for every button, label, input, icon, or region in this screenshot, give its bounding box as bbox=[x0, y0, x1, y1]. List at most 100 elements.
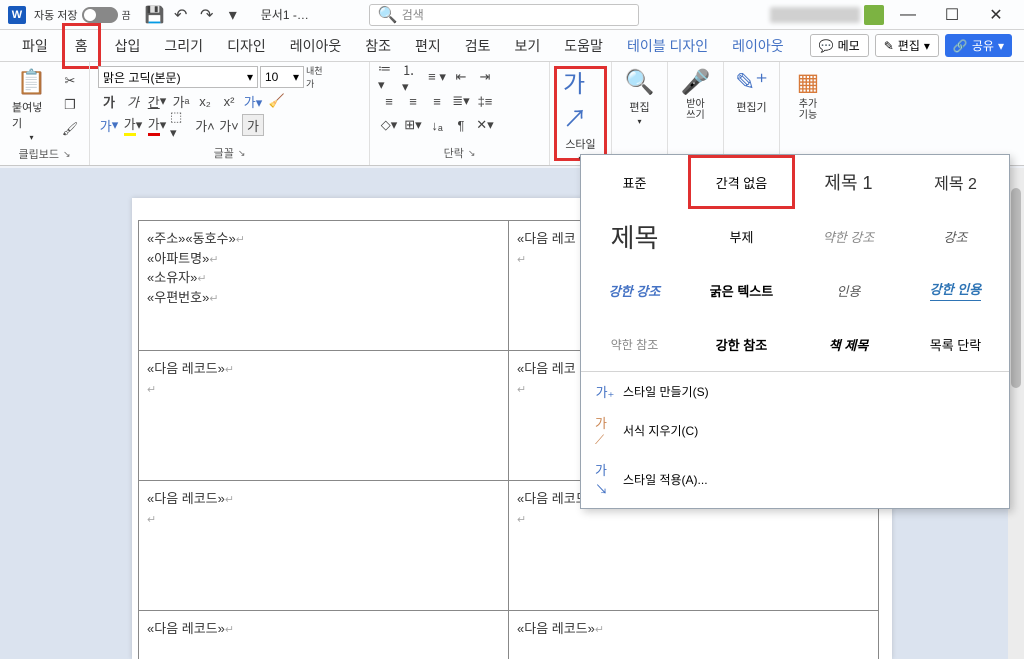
table-cell[interactable]: «다음 레코드»↵ ↵ bbox=[139, 351, 509, 481]
close-button[interactable]: ✕ bbox=[976, 1, 1016, 29]
tab-view[interactable]: 보기 bbox=[505, 32, 551, 60]
numbering-button[interactable]: ⒈ ▾ bbox=[402, 66, 424, 88]
style-subtle-emphasis[interactable]: 약한 강조 bbox=[795, 209, 902, 263]
decrease-indent-button[interactable]: ⇤ bbox=[450, 66, 472, 88]
tab-table-design[interactable]: 테이블 디자인 bbox=[617, 32, 718, 60]
char-jamo-button[interactable]: ✕▾ bbox=[474, 114, 496, 136]
phonetic-guide-button[interactable]: 내천 가 bbox=[306, 66, 328, 88]
table-cell[interactable]: «다음 레코드»↵ bbox=[509, 611, 879, 659]
merge-field: «소유자»↵ bbox=[147, 268, 500, 288]
style-normal[interactable]: 표준 bbox=[581, 155, 688, 209]
style-strong-emphasis[interactable]: 강한 강조 bbox=[581, 263, 688, 317]
style-list-paragraph[interactable]: 목록 단락 bbox=[902, 317, 1009, 371]
autosave-toggle[interactable]: 자동 저장 끔 bbox=[34, 7, 131, 23]
style-title[interactable]: 제목 bbox=[581, 209, 688, 263]
table-cell[interactable]: «다음 레코드»↵ ↵ bbox=[139, 481, 509, 611]
align-right-button[interactable]: ≡ bbox=[426, 90, 448, 112]
undo-button[interactable]: ↶ bbox=[169, 3, 193, 27]
memo-button[interactable]: 💬 메모 bbox=[810, 34, 869, 57]
style-heading1[interactable]: 제목 1 bbox=[795, 155, 902, 209]
search-input[interactable]: 🔍 검색 bbox=[369, 4, 639, 26]
shading-button[interactable]: ◇▾ bbox=[378, 114, 400, 136]
char-border-button[interactable]: 가 bbox=[242, 114, 264, 136]
tab-review[interactable]: 검토 bbox=[455, 32, 501, 60]
addins-button[interactable]: ▦ 추가 기능 bbox=[788, 66, 828, 123]
bold-button[interactable]: 가 bbox=[98, 90, 120, 112]
italic-button[interactable]: 가 bbox=[122, 90, 144, 112]
bullets-button[interactable]: ≔ ▾ bbox=[378, 66, 400, 88]
font-color-button[interactable]: 가 ▾ bbox=[146, 114, 168, 136]
tab-references[interactable]: 참조 bbox=[355, 32, 401, 60]
editor-button[interactable]: ✎⁺ 편집기 bbox=[732, 66, 771, 117]
minimize-button[interactable]: — bbox=[888, 1, 928, 29]
styles-button[interactable]: 가↗ 스타일 ▾ bbox=[559, 71, 602, 156]
font-dialog-launcher[interactable]: ↘ bbox=[238, 148, 246, 159]
style-quote[interactable]: 인용 bbox=[795, 263, 902, 317]
merge-field: «다음 레코드»↵ bbox=[517, 619, 870, 639]
tab-file[interactable]: 파일 bbox=[12, 32, 58, 60]
dictate-button[interactable]: 🎤 받아 쓰기 bbox=[676, 66, 715, 123]
style-subtitle[interactable]: 부제 bbox=[688, 209, 795, 263]
tab-table-layout[interactable]: 레이아웃 bbox=[722, 32, 794, 60]
highlight-color-button[interactable]: 가 ▾ bbox=[98, 114, 120, 136]
borders-button[interactable]: ⊞▾ bbox=[402, 114, 424, 136]
text-highlight-button[interactable]: 가 ▾ bbox=[122, 114, 144, 136]
tab-help[interactable]: 도움말 bbox=[554, 32, 613, 60]
titlebar-right: — ☐ ✕ bbox=[770, 1, 1016, 29]
format-painter-button[interactable]: 🖌 bbox=[59, 118, 81, 140]
edit-mode-button[interactable]: ✎ 편집 ▾ bbox=[875, 34, 939, 57]
style-heading2[interactable]: 제목 2 bbox=[902, 155, 1009, 209]
copy-button[interactable]: ❐ bbox=[59, 94, 81, 116]
style-intense-quote[interactable]: 강한 인용 bbox=[902, 263, 1009, 317]
tab-mailings[interactable]: 편지 bbox=[405, 32, 451, 60]
tab-draw[interactable]: 그리기 bbox=[154, 32, 213, 60]
table-cell[interactable]: «주소»«동호수»↵ «아파트명»↵ «소유자»↵ «우편번호»↵ bbox=[139, 221, 509, 351]
menu-clear-formatting[interactable]: 가⟋ 서식 지우기(C) bbox=[581, 407, 1009, 454]
underline-button[interactable]: 간 ▾ bbox=[146, 90, 168, 112]
tab-design[interactable]: 디자인 bbox=[217, 32, 276, 60]
cut-button[interactable]: ✂ bbox=[59, 70, 81, 92]
text-effects-button[interactable]: 가▾ bbox=[242, 90, 264, 112]
grow-font-button[interactable]: 가˄ bbox=[194, 114, 216, 136]
subscript-button[interactable]: x₂ bbox=[194, 90, 216, 112]
line-spacing-button[interactable]: ‡≡ bbox=[474, 90, 496, 112]
align-left-button[interactable]: ≡ bbox=[378, 90, 400, 112]
increase-indent-button[interactable]: ⇥ bbox=[474, 66, 496, 88]
editing-button[interactable]: 🔍 편집 ▾ bbox=[620, 66, 659, 128]
paragraph-dialog-launcher[interactable]: ↘ bbox=[468, 148, 476, 159]
style-subtle-reference[interactable]: 약한 참조 bbox=[581, 317, 688, 371]
save-button[interactable]: 💾 bbox=[143, 3, 167, 27]
menu-apply-styles[interactable]: 가↘ 스타일 적용(A)... bbox=[581, 454, 1009, 504]
show-marks-button[interactable]: ¶ bbox=[450, 114, 472, 136]
font-name-combo[interactable]: 맑은 고딕(본문)▾ bbox=[98, 66, 258, 88]
style-no-spacing[interactable]: 간격 없음 bbox=[688, 155, 795, 209]
account-name[interactable] bbox=[770, 7, 860, 23]
paste-button[interactable]: 📋 붙여넣기 ▾ bbox=[8, 66, 55, 144]
qat-overflow[interactable]: ▾ bbox=[221, 3, 245, 27]
tab-insert[interactable]: 삽입 bbox=[105, 32, 151, 60]
clipboard-dialog-launcher[interactable]: ↘ bbox=[63, 149, 71, 160]
tab-layout[interactable]: 레이아웃 bbox=[280, 32, 352, 60]
redo-button[interactable]: ↷ bbox=[195, 3, 219, 27]
style-emphasis[interactable]: 강조 bbox=[902, 209, 1009, 263]
style-bold-text[interactable]: 굵은 텍스트 bbox=[688, 263, 795, 317]
table-cell[interactable]: «다음 레코드»↵ bbox=[139, 611, 509, 659]
vertical-scrollbar[interactable] bbox=[1008, 168, 1024, 659]
scrollbar-thumb[interactable] bbox=[1011, 188, 1021, 388]
align-center-button[interactable]: ≡ bbox=[402, 90, 424, 112]
justify-button[interactable]: ≣▾ bbox=[450, 90, 472, 112]
clear-formatting-button[interactable]: 🧹 bbox=[266, 90, 288, 112]
toggle-icon[interactable] bbox=[82, 7, 118, 23]
avatar[interactable] bbox=[864, 5, 884, 25]
style-book-title[interactable]: 책 제목 bbox=[795, 317, 902, 371]
superscript-button[interactable]: x² bbox=[218, 90, 240, 112]
sort-button[interactable]: ↓ₐ bbox=[426, 114, 448, 136]
style-intense-reference[interactable]: 강한 참조 bbox=[688, 317, 795, 371]
menu-create-style[interactable]: 가₊ 스타일 만들기(S) bbox=[581, 376, 1009, 407]
multilevel-button[interactable]: ≡ ▾ bbox=[426, 66, 448, 88]
shrink-font-button[interactable]: 가˅ bbox=[218, 114, 240, 136]
share-button[interactable]: 🔗 공유 ▾ bbox=[945, 34, 1012, 57]
maximize-button[interactable]: ☐ bbox=[932, 1, 972, 29]
font-size-combo[interactable]: 10▾ bbox=[260, 66, 304, 88]
char-shading-button[interactable]: ⬚ ▾ bbox=[170, 114, 192, 136]
